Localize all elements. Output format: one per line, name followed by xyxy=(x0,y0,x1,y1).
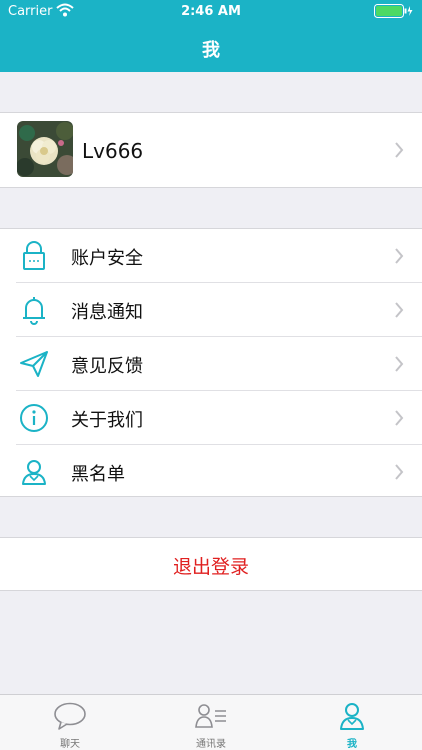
logout-label: 退出登录 xyxy=(172,556,249,578)
tab-chat[interactable]: 聊天 xyxy=(0,695,140,750)
menu-item-label: 关于我们 xyxy=(71,410,143,431)
clock-time: 2:46 AM xyxy=(181,4,241,19)
chevron-right-icon xyxy=(395,464,404,480)
info-icon xyxy=(20,404,48,432)
chevron-right-icon xyxy=(395,142,404,158)
profile-name: Lv666 xyxy=(82,139,144,163)
chevron-right-icon xyxy=(395,302,404,318)
chevron-right-icon xyxy=(395,356,404,372)
menu-item-account-security[interactable]: 账户安全 xyxy=(0,229,422,283)
flower-avatar-image xyxy=(17,121,73,177)
settings-menu: 账户安全 消息通知 意见反馈 关于我们 黑名单 xyxy=(0,228,422,497)
menu-item-label: 黑名单 xyxy=(71,464,125,485)
bell-icon xyxy=(23,297,45,325)
profile-row[interactable]: Lv666 xyxy=(0,112,422,188)
menu-item-about-us[interactable]: 关于我们 xyxy=(0,391,422,445)
person-icon xyxy=(22,460,46,485)
status-bar: Carrier 2:46 AM xyxy=(0,0,422,24)
chevron-right-icon xyxy=(395,410,404,426)
tab-contacts[interactable]: 通讯录 xyxy=(141,695,281,750)
page-title: 我 xyxy=(202,40,220,61)
paper-plane-icon xyxy=(20,351,48,377)
menu-item-notifications[interactable]: 消息通知 xyxy=(0,283,422,337)
menu-item-label: 意见反馈 xyxy=(71,356,143,377)
logout-button[interactable]: 退出登录 xyxy=(0,537,422,591)
contacts-icon xyxy=(195,704,226,728)
chevron-right-icon xyxy=(395,248,404,264)
chat-bubble-icon xyxy=(54,702,86,730)
tab-label: 我 xyxy=(347,739,357,750)
tab-label: 聊天 xyxy=(60,739,80,750)
me-icon xyxy=(340,703,364,730)
battery-icon xyxy=(374,4,413,18)
menu-item-blacklist[interactable]: 黑名单 xyxy=(0,445,422,499)
tab-me[interactable]: 我 xyxy=(282,695,422,750)
menu-item-label: 账户安全 xyxy=(71,248,143,269)
tab-label: 通讯录 xyxy=(196,739,226,750)
menu-item-label: 消息通知 xyxy=(71,302,143,323)
avatar[interactable] xyxy=(17,121,73,177)
navigation-header: Carrier 2:46 AM 我 xyxy=(0,0,422,72)
lock-icon xyxy=(23,241,45,270)
menu-item-feedback[interactable]: 意见反馈 xyxy=(0,337,422,391)
tab-bar: 聊天 通讯录 我 xyxy=(0,694,422,750)
